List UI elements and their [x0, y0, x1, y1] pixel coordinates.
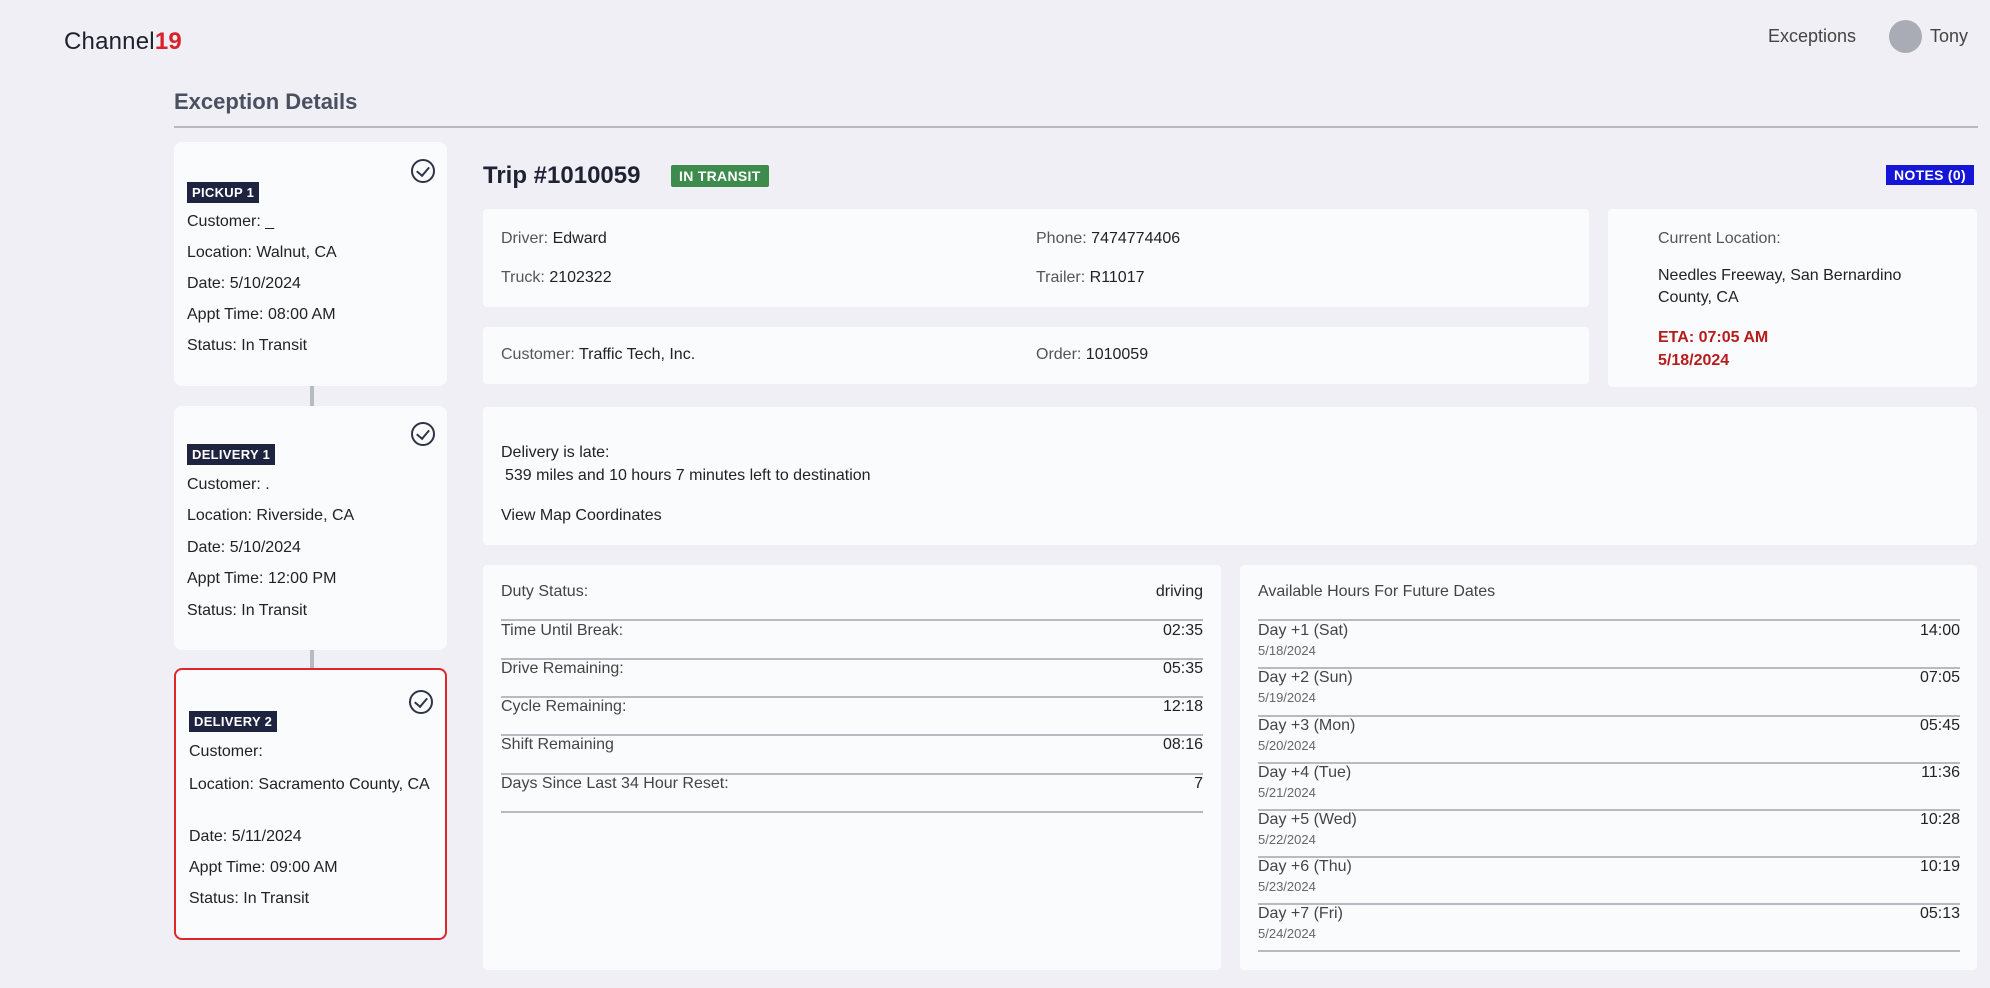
stop-date: Date: 5/10/2024 — [187, 275, 301, 292]
check-circle-icon[interactable] — [411, 422, 435, 446]
trip-status-badge: IN TRANSIT — [671, 165, 769, 187]
stop-appt-time: Appt Time: 12:00 PM — [187, 570, 337, 587]
hos-row: Days Since Last 34 Hour Reset: 7 — [501, 775, 1203, 813]
customer-field: Customer: Traffic Tech, Inc. — [501, 346, 696, 363]
stop-customer: Customer: _ — [187, 213, 275, 230]
future-hours-panel: Available Hours For Future Dates Day +1 … — [1240, 565, 1977, 970]
hos-row: Cycle Remaining: 12:18 — [501, 698, 1203, 736]
future-day-row: Day +5 (Wed) 5/22/2024 10:28 — [1258, 811, 1960, 858]
nav-exceptions-link[interactable]: Exceptions — [1768, 26, 1856, 47]
top-bar: Channel19 Exceptions Tony — [0, 0, 1990, 80]
current-location-value: Needles Freeway, San Bernardino County, … — [1658, 267, 1902, 306]
check-circle-icon[interactable] — [409, 690, 433, 714]
stop-status: Status: In Transit — [187, 602, 308, 619]
stop-tag: PICKUP 1 — [187, 182, 260, 203]
late-alert-panel: Delivery is late: 539 miles and 10 hours… — [483, 407, 1977, 545]
future-day-row: Day +6 (Thu) 5/23/2024 10:19 — [1258, 858, 1960, 905]
page-title: Exception Details — [174, 89, 358, 114]
future-day-row: Day +1 (Sat) 5/18/2024 14:00 — [1258, 622, 1960, 669]
logo-text: Channel — [64, 28, 155, 55]
alert-title: Delivery is late: — [501, 444, 610, 461]
order-field: Order: 1010059 — [1036, 346, 1149, 363]
user-avatar[interactable] — [1889, 20, 1922, 53]
hos-row: Shift Remaining 08:16 — [501, 736, 1203, 775]
stop-card-delivery-2[interactable]: DELIVERY 2 Customer: Location: Sacrament… — [174, 668, 447, 940]
brand-logo[interactable]: Channel19 — [64, 28, 182, 56]
view-map-coordinates-link[interactable]: View Map Coordinates — [501, 507, 662, 525]
alert-detail: 539 miles and 10 hours 7 minutes left to… — [505, 467, 871, 484]
stop-card-delivery-1[interactable]: DELIVERY 1 Customer: . Location: Riversi… — [174, 406, 447, 650]
stop-customer: Customer: . — [187, 476, 270, 493]
stop-status: Status: In Transit — [187, 337, 308, 354]
stop-tag: DELIVERY 1 — [187, 444, 276, 465]
stop-location: Location: Riverside, CA — [187, 507, 355, 524]
current-location-label: Current Location: — [1658, 230, 1781, 247]
notes-button[interactable]: NOTES (0) — [1886, 165, 1974, 185]
customer-info-panel: Customer: Traffic Tech, Inc. Order: 1010… — [483, 327, 1589, 384]
driver-info-panel: Driver: Edward Phone: 7474774406 Truck: … — [483, 209, 1589, 307]
current-location-panel: Current Location: Needles Freeway, San B… — [1608, 209, 1977, 387]
stop-appt-time: Appt Time: 09:00 AM — [189, 859, 338, 876]
stop-card-pickup-1[interactable]: PICKUP 1 Customer: _ Location: Walnut, C… — [174, 142, 447, 386]
stop-location: Location: Sacramento County, CA — [189, 776, 430, 793]
hos-row: Drive Remaining: 05:35 — [501, 660, 1203, 698]
phone-field: Phone: 7474774406 — [1036, 230, 1181, 247]
trailer-field: Trailer: R11017 — [1036, 269, 1145, 286]
hos-row: Time Until Break: 02:35 — [501, 622, 1203, 660]
future-day-row: Day +2 (Sun) 5/19/2024 07:05 — [1258, 669, 1960, 717]
stop-connector — [310, 386, 314, 406]
future-hours-header: Available Hours For Future Dates — [1258, 583, 1960, 621]
driver-field: Driver: Edward — [501, 230, 607, 247]
stop-connector — [310, 650, 314, 670]
stop-location: Location: Walnut, CA — [187, 244, 337, 261]
hours-of-service-panel: Duty Status: driving Time Until Break: 02… — [483, 565, 1221, 970]
stop-tag: DELIVERY 2 — [189, 711, 278, 732]
stop-customer: Customer: — [189, 743, 263, 760]
future-day-row: Day +3 (Mon) 5/20/2024 05:45 — [1258, 717, 1960, 764]
eta-value: ETA: 07:05 AM 5/18/2024 — [1658, 329, 1769, 369]
stop-appt-time: Appt Time: 08:00 AM — [187, 306, 336, 323]
future-day-row: Day +4 (Tue) 5/21/2024 11:36 — [1258, 764, 1960, 811]
duty-status-row: Duty Status: driving — [501, 583, 1203, 621]
user-name[interactable]: Tony — [1930, 26, 1968, 47]
stop-status: Status: In Transit — [189, 890, 310, 907]
stop-date: Date: 5/10/2024 — [187, 539, 301, 556]
check-circle-icon[interactable] — [411, 159, 435, 183]
logo-accent: 19 — [154, 28, 182, 55]
title-divider — [174, 126, 1978, 128]
future-day-row: Day +7 (Fri) 5/24/2024 05:13 — [1258, 905, 1960, 952]
trip-title: Trip #1010059 — [483, 162, 641, 189]
truck-field: Truck: 2102322 — [501, 269, 612, 286]
stop-date: Date: 5/11/2024 — [189, 828, 302, 845]
